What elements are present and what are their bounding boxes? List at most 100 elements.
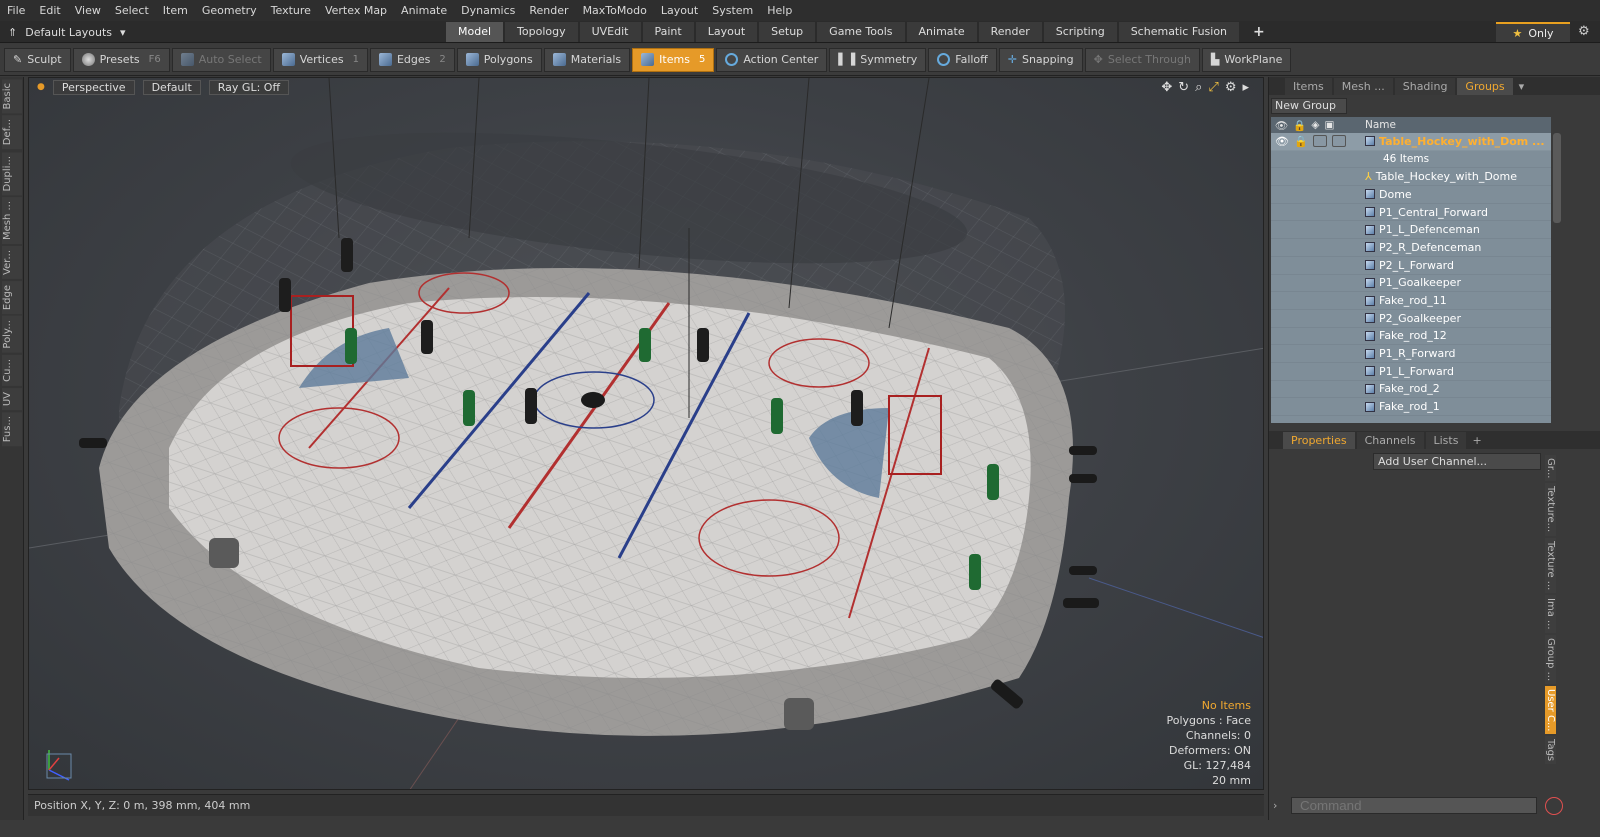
left-tab-deform[interactable]: Def... — [2, 115, 22, 150]
menu-geometry[interactable]: Geometry — [195, 0, 264, 21]
tab-uvedit[interactable]: UVEdit — [579, 22, 641, 42]
tab-groups[interactable]: Groups — [1457, 77, 1513, 95]
eye-icon[interactable]: 👁 — [1275, 135, 1289, 148]
tab-layout[interactable]: Layout — [695, 22, 758, 42]
tree-row[interactable]: P1_L_Forward — [1271, 363, 1551, 381]
left-tab-fusion[interactable]: Fus... — [2, 411, 22, 447]
left-tab-duplicate[interactable]: Dupli... — [2, 151, 22, 196]
left-tab-curve[interactable]: Cu... — [2, 354, 22, 386]
side-tab-texture-2[interactable]: Texture ... — [1545, 537, 1556, 593]
tree-row[interactable]: P2_Goalkeeper — [1271, 310, 1551, 328]
tab-mesh[interactable]: Mesh ... — [1333, 77, 1393, 95]
menu-edit[interactable]: Edit — [32, 0, 67, 21]
viewport-settings-icon[interactable]: ⚙ — [1225, 80, 1237, 95]
tab-game-tools[interactable]: Game Tools — [817, 22, 905, 42]
add-tab-button[interactable]: + — [1241, 22, 1277, 42]
tree-row[interactable]: P1_R_Forward — [1271, 345, 1551, 363]
fit-icon[interactable]: ⤢ — [1208, 80, 1218, 95]
command-input[interactable] — [1291, 797, 1537, 814]
shading-dropdown[interactable]: Default — [142, 79, 201, 95]
left-tab-polygon[interactable]: Poly... — [2, 316, 22, 353]
left-tab-uv[interactable]: UV — [2, 387, 22, 410]
menu-file[interactable]: File — [0, 0, 32, 21]
polygons-button[interactable]: Polygons — [456, 47, 542, 72]
tab-shading[interactable]: Shading — [1394, 77, 1456, 95]
add-tab-icon[interactable]: + — [1472, 434, 1481, 447]
tree-row[interactable]: P1_Goalkeeper — [1271, 275, 1551, 293]
tree-row-group[interactable]: 👁 🔒 Table_Hockey_with_Dom ... — [1271, 133, 1551, 151]
tree-scrollbar[interactable] — [1553, 133, 1561, 223]
tab-setup[interactable]: Setup — [759, 22, 816, 42]
vertices-button[interactable]: Vertices 1 — [272, 47, 368, 72]
tree-row[interactable]: ⅄ Table_Hockey_with_Dome — [1271, 168, 1551, 187]
tab-items[interactable]: Items — [1285, 77, 1332, 95]
edges-button[interactable]: Edges 2 — [369, 47, 455, 72]
action-center-button[interactable]: Action Center — [716, 47, 828, 72]
command-run-button[interactable] — [1545, 797, 1563, 815]
menu-select[interactable]: Select — [108, 0, 156, 21]
menu-animate[interactable]: Animate — [394, 0, 454, 21]
symmetry-button[interactable]: ▌▐ Symmetry — [829, 47, 927, 72]
rotate-icon[interactable]: ↻ — [1178, 80, 1189, 95]
materials-button[interactable]: Materials — [543, 47, 631, 72]
view-type-dropdown[interactable]: Perspective — [52, 79, 135, 95]
zoom-icon[interactable]: ⌕ — [1195, 80, 1202, 95]
tree-row[interactable]: P2_L_Forward — [1271, 257, 1551, 275]
tab-properties[interactable]: Properties — [1283, 431, 1355, 449]
tab-lists[interactable]: Lists — [1425, 431, 1467, 449]
panel-menu-icon[interactable]: ▾ — [1519, 80, 1525, 93]
menu-vertex-map[interactable]: Vertex Map — [318, 0, 394, 21]
menu-help[interactable]: Help — [760, 0, 799, 21]
pan-icon[interactable]: ✥ — [1161, 80, 1172, 95]
workplane-button[interactable]: ▙ WorkPlane — [1201, 47, 1292, 72]
tab-topology[interactable]: Topology — [505, 22, 578, 42]
side-tab-group-2[interactable]: Group ... — [1545, 634, 1556, 684]
lock-icon[interactable]: 🔒 — [1294, 135, 1308, 148]
side-tab-user-channels[interactable]: User C... — [1545, 685, 1556, 735]
menu-maxtomodo[interactable]: MaxToModo — [576, 0, 654, 21]
menu-dynamics[interactable]: Dynamics — [454, 0, 522, 21]
tree-row[interactable]: P1_L_Defenceman — [1271, 221, 1551, 240]
tab-scripting[interactable]: Scripting — [1043, 22, 1117, 42]
menu-system[interactable]: System — [705, 0, 760, 21]
menu-texture[interactable]: Texture — [264, 0, 318, 21]
auto-select-button[interactable]: Auto Select — [171, 47, 271, 72]
menu-layout[interactable]: Layout — [654, 0, 705, 21]
tab-channels[interactable]: Channels — [1356, 431, 1424, 449]
only-button[interactable]: ★ Only — [1496, 22, 1570, 42]
presets-button[interactable]: Presets F6 — [72, 47, 170, 72]
3d-viewport[interactable]: ● Perspective Default Ray GL: Off ✥ ↻ ⌕ … — [28, 77, 1264, 790]
items-button[interactable]: Items 5 — [632, 47, 715, 72]
menu-render[interactable]: Render — [522, 0, 575, 21]
falloff-button[interactable]: Falloff — [928, 47, 997, 72]
left-tab-edge[interactable]: Edge — [2, 281, 22, 315]
side-tab-texture-1[interactable]: Texture... — [1545, 483, 1556, 536]
layouts-dropdown[interactable]: ⇑ Default Layouts ▾ — [0, 21, 126, 43]
expand-arrow-icon[interactable]: ▸ — [1242, 80, 1249, 95]
menu-item[interactable]: Item — [156, 0, 195, 21]
tree-row[interactable]: Fake_rod_12 — [1271, 328, 1551, 346]
add-user-channel-button[interactable]: Add User Channel... — [1373, 453, 1541, 470]
menu-view[interactable]: View — [68, 0, 108, 21]
tab-render[interactable]: Render — [978, 22, 1042, 42]
tree-row[interactable]: P1_Central_Forward — [1271, 204, 1551, 222]
side-tab-tags[interactable]: Tags — [1545, 736, 1556, 765]
gear-icon[interactable]: ⚙ — [1578, 24, 1590, 39]
left-tab-basic[interactable]: Basic — [2, 79, 22, 114]
tab-animate[interactable]: Animate — [906, 22, 977, 42]
tree-row[interactable]: Fake_rod_2 — [1271, 381, 1551, 399]
left-tab-mesh[interactable]: Mesh ... — [2, 197, 22, 245]
tree-row[interactable]: Fake_rod_11 — [1271, 292, 1551, 310]
tree-row[interactable]: P2_R_Defenceman — [1271, 239, 1551, 257]
side-tab-image[interactable]: Ima ... — [1545, 594, 1556, 633]
tree-row[interactable]: Dome — [1271, 186, 1551, 204]
tree-row[interactable]: Fake_rod_1 — [1271, 398, 1551, 416]
tab-model[interactable]: Model — [446, 22, 504, 42]
side-tab-group[interactable]: Gr... — [1545, 455, 1556, 482]
new-group-button[interactable]: New Group — [1271, 98, 1347, 114]
sculpt-button[interactable]: ✎ Sculpt — [4, 47, 71, 72]
raygl-toggle[interactable]: Ray GL: Off — [208, 79, 290, 95]
select-through-button[interactable]: ✥ Select Through — [1084, 47, 1200, 72]
tab-paint[interactable]: Paint — [642, 22, 694, 42]
left-tab-vertex[interactable]: Ver... — [2, 246, 22, 280]
